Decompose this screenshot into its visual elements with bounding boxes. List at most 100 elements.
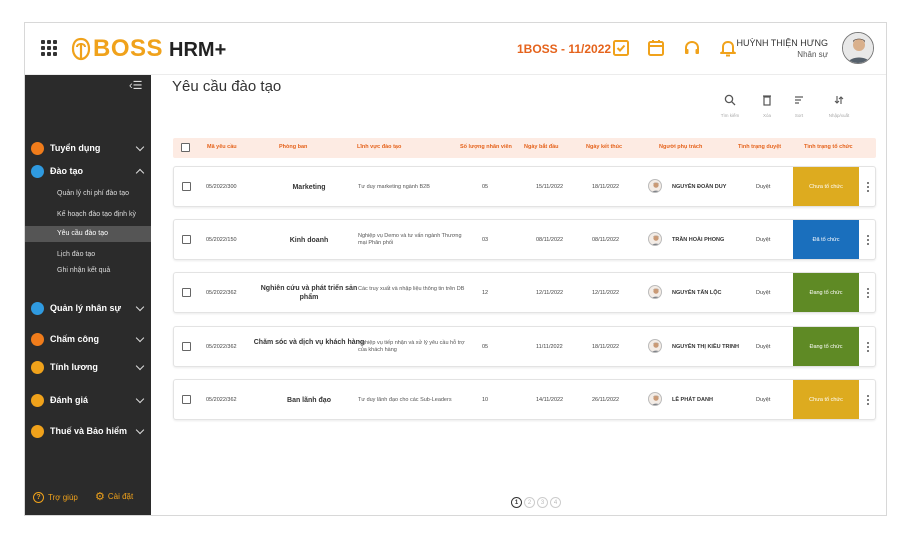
department: Kinh doanh: [289, 237, 329, 244]
more-options-icon[interactable]: [867, 288, 869, 298]
employee-count: 05: [482, 344, 489, 350]
sidebar-item-hr-management[interactable]: Quản lý nhân sự: [25, 298, 151, 318]
more-options-icon[interactable]: [867, 235, 869, 245]
sidebar-item-timekeeping[interactable]: Chấm công: [25, 329, 151, 349]
row-checkbox[interactable]: [182, 342, 191, 351]
table-row[interactable]: 05/2022/362 Nghiên cứu và phát triển sản…: [173, 272, 876, 313]
person-avatar: [648, 179, 662, 193]
sidebar-item-label: Tuyển dụng: [50, 143, 101, 153]
col-employee-count[interactable]: Số lượng nhân viên: [460, 144, 512, 150]
row-checkbox[interactable]: [182, 182, 191, 191]
training-icon: [31, 164, 44, 178]
payroll-icon: [31, 360, 44, 374]
approval-status: Duyệt: [756, 290, 771, 296]
person-in-charge: NGUYỄN TẤN LỘC: [672, 290, 722, 296]
page-button-4[interactable]: 4: [550, 497, 561, 508]
department: Ban lãnh đạo: [287, 397, 331, 404]
row-checkbox[interactable]: [182, 395, 191, 404]
trash-icon: [763, 95, 771, 106]
end-date: 18/11/2022: [592, 184, 620, 190]
chevron-up-icon: [135, 168, 145, 178]
user-name[interactable]: HUỲNH THIỆN HƯNG: [736, 37, 828, 49]
user-avatar[interactable]: [842, 32, 874, 64]
sidebar-item-label: Tính lương: [50, 362, 98, 372]
end-date: 08/11/2022: [592, 237, 620, 243]
sidebar-item-label: Thuế và Bảo hiểm: [50, 426, 128, 436]
app-window: BOSS HRM+ 1BOSS - 11/2022 HUỲNH THIỆN HƯ…: [24, 22, 887, 516]
table-row[interactable]: 05/2022/150 Kinh doanh Nghiệp vụ Demo và…: [173, 219, 876, 260]
person-in-charge: NGUYỄN THỊ KIỀU TRINH: [672, 344, 739, 350]
sort-tool[interactable]: Sort: [784, 93, 814, 118]
collapse-sidebar-icon[interactable]: ‹☰: [129, 79, 143, 92]
training-field: Nghiệp vụ tiếp nhận và xử lý yêu cầu hỗ …: [358, 340, 465, 353]
pagination: 1 2 3 4: [511, 497, 563, 508]
search-tool[interactable]: Tìm kiếm: [715, 93, 745, 118]
submenu-training-plan[interactable]: Kế hoạch đào tạo định kỳ: [25, 207, 151, 223]
submenu-result-record[interactable]: Ghi nhận kết quả: [25, 263, 151, 279]
col-start-date[interactable]: Ngày bắt đầu: [524, 144, 559, 150]
organization-status-badge[interactable]: Chưa tổ chức: [793, 167, 859, 206]
table-row[interactable]: 05/2022/362 Ban lãnh đạo Tư duy lãnh đạo…: [173, 379, 876, 420]
submenu-training-cost[interactable]: Quản lý chi phí đào tạo: [25, 186, 151, 202]
organization-status-badge[interactable]: Đang tổ chức: [793, 327, 859, 366]
table-row[interactable]: 05/2022/362 Chăm sóc và dịch vụ khách hà…: [173, 326, 876, 367]
col-training-field[interactable]: Lĩnh vực đào tạo: [357, 144, 401, 150]
sidebar-item-label: Quản lý nhân sự: [50, 303, 122, 313]
organization-status-badge[interactable]: Đã tổ chức: [793, 220, 859, 259]
employee-count: 05: [482, 184, 489, 190]
import-export-icon: [834, 96, 844, 104]
col-department[interactable]: Phòng ban: [279, 144, 307, 150]
col-end-date[interactable]: Ngày kết thúc: [586, 144, 622, 150]
period-selector[interactable]: 1BOSS - 11/2022: [517, 42, 611, 56]
start-date: 15/11/2022: [536, 184, 564, 190]
person-in-charge: NGUYỄN ĐOÀN DUY: [672, 184, 727, 190]
employee-count: 10: [482, 397, 489, 403]
page-button-1[interactable]: 1: [511, 497, 522, 508]
col-approval-status[interactable]: Tình trạng duyệt: [738, 144, 781, 150]
chevron-down-icon: [135, 142, 145, 152]
sidebar-item-training[interactable]: Đào tạo: [25, 161, 151, 181]
sidebar-item-tax-insurance[interactable]: Thuế và Bảo hiểm: [25, 421, 151, 441]
sidebar-item-payroll[interactable]: Tính lương: [25, 357, 151, 377]
sidebar-item-label: Đánh giá: [50, 395, 89, 405]
start-date: 08/11/2022: [536, 237, 564, 243]
apps-grid-icon[interactable]: [41, 40, 57, 56]
row-checkbox[interactable]: [182, 235, 191, 244]
organization-status-badge[interactable]: Chưa tổ chức: [793, 380, 859, 419]
sidebar-item-recruitment[interactable]: Tuyển dụng: [25, 138, 151, 158]
page-button-3[interactable]: 3: [537, 497, 548, 508]
page-button-2[interactable]: 2: [524, 497, 535, 508]
boss-logo-icon: [71, 37, 91, 61]
sort-icon: [795, 96, 803, 104]
more-options-icon[interactable]: [867, 182, 869, 192]
table-row[interactable]: 05/2022/300 Marketing Tư duy marketing n…: [173, 166, 876, 207]
recruitment-icon: [31, 141, 44, 155]
gear-icon: ⚙: [95, 491, 105, 503]
settings-link[interactable]: ⚙ Cài đặt: [95, 490, 133, 503]
import-export-tool[interactable]: Nhập/xuất: [824, 93, 854, 118]
calendar-icon[interactable]: [645, 37, 667, 59]
headset-icon[interactable]: [681, 37, 703, 59]
help-label: Trợ giúp: [48, 493, 78, 502]
checkbox-icon[interactable]: [610, 37, 632, 59]
more-options-icon[interactable]: [867, 342, 869, 352]
row-checkbox[interactable]: [182, 288, 191, 297]
user-role: Nhân sự: [797, 50, 828, 59]
person-avatar: [648, 285, 662, 299]
select-all-checkbox[interactable]: [181, 143, 190, 152]
more-options-icon[interactable]: [867, 395, 869, 405]
submenu-training-request[interactable]: Yêu cầu đào tạo: [25, 226, 151, 242]
organization-status-badge[interactable]: Đang tổ chức: [793, 273, 859, 312]
delete-tool[interactable]: Xóa: [752, 93, 782, 118]
chevron-down-icon: [135, 425, 145, 435]
import-export-tool-label: Nhập/xuất: [828, 113, 850, 118]
timekeeping-icon: [31, 332, 44, 346]
col-person-in-charge[interactable]: Người phụ trách: [659, 144, 702, 150]
col-request-code[interactable]: Mã yêu cầu: [207, 144, 237, 150]
sidebar: ‹☰ Tuyển dụng Đào tạo Quản lý chi phí đà…: [25, 75, 151, 515]
sidebar-item-evaluation[interactable]: Đánh giá: [25, 390, 151, 410]
help-link[interactable]: ? Trợ giúp: [33, 492, 78, 503]
submenu-training-schedule[interactable]: Lịch đào tạo: [25, 247, 151, 263]
col-organization-status[interactable]: Tình trạng tổ chức: [804, 144, 853, 150]
app-logo[interactable]: BOSS HRM+: [71, 35, 226, 63]
